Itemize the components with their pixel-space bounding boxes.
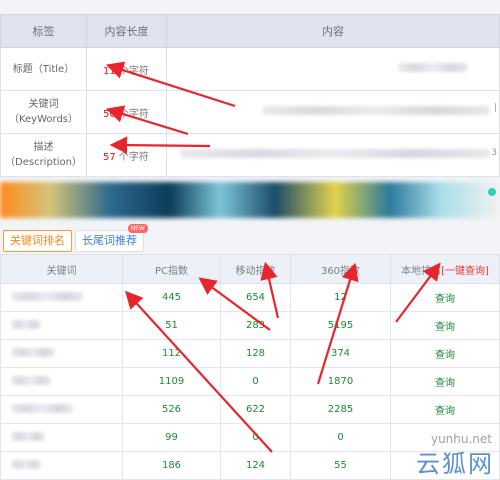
pc-index-cell: 445	[122, 283, 221, 312]
table-row: 112 128 374 查询	[0, 339, 500, 368]
seo-info-table: 标签 内容长度 内容 标题（Title） 11 个字符 关键词 （KeyWords…	[0, 14, 500, 177]
redacted-text	[11, 375, 51, 385]
new-badge: NEW	[127, 224, 148, 233]
redacted-text	[11, 319, 41, 329]
pc-index-cell: 1109	[122, 367, 221, 396]
query-link[interactable]: 查询	[390, 339, 500, 368]
keyword-cell	[0, 367, 123, 396]
tab-keyword-rank[interactable]: 关键词排名	[3, 230, 72, 252]
col-local-rank: 本地排名[一键查询]	[390, 254, 500, 284]
redacted-text	[11, 403, 73, 413]
length-description: 57 个字符	[86, 133, 167, 177]
banner-badge-icon	[488, 188, 496, 196]
redacted-text	[180, 149, 490, 158]
tab-long-tail[interactable]: 长尾词推荐 NEW	[75, 224, 148, 252]
index360-cell: 2285	[290, 395, 391, 424]
seo-row-keywords: 关键词 （KeyWords） 50 个字符 |	[0, 90, 500, 134]
mobile-index-cell: 124	[220, 451, 291, 480]
label-keywords: 关键词 （KeyWords）	[0, 90, 87, 134]
keyword-header-row: 关键词 PC指数 移动指数 360指数 本地排名[一键查询]	[0, 254, 500, 284]
content-keywords: |	[166, 90, 500, 134]
mobile-index-cell: 0	[220, 423, 291, 452]
length-keywords: 50 个字符	[86, 90, 167, 134]
keyword-cell	[0, 395, 123, 424]
table-row: 445 654 12 查询	[0, 283, 500, 312]
query-link[interactable]: 查询	[390, 283, 500, 312]
index360-cell: 1870	[290, 367, 391, 396]
index360-cell: 0	[290, 423, 391, 452]
header-length: 内容长度	[86, 14, 167, 48]
content-title	[166, 47, 500, 91]
table-row: 51 283 5195 查询	[0, 311, 500, 340]
quick-query-link[interactable]: [一键查询]	[441, 266, 489, 277]
mobile-index-cell: 128	[220, 339, 291, 368]
redacted-text	[262, 106, 490, 115]
label-description: 描述 （Description）	[0, 133, 87, 177]
length-title: 11 个字符	[86, 47, 167, 91]
index360-cell: 374	[290, 339, 391, 368]
keyword-cell	[0, 311, 123, 340]
mobile-index-cell: 0	[220, 367, 291, 396]
index360-cell: 55	[290, 451, 391, 480]
col-pc-index: PC指数	[122, 254, 221, 284]
redacted-text	[398, 63, 468, 72]
seo-row-title: 标题（Title） 11 个字符	[0, 47, 500, 91]
pc-index-cell: 112	[122, 339, 221, 368]
index360-cell: 5195	[290, 311, 391, 340]
redacted-text	[11, 347, 55, 357]
index360-cell: 12	[290, 283, 391, 312]
col-keyword: 关键词	[0, 254, 123, 284]
content-description: 3	[166, 133, 500, 177]
keyword-cell	[0, 423, 123, 452]
mobile-index-cell: 622	[220, 395, 291, 424]
pc-index-cell: 526	[122, 395, 221, 424]
keyword-cell	[0, 339, 123, 368]
mobile-index-cell: 283	[220, 311, 291, 340]
blurred-banner-image	[0, 182, 500, 218]
query-link[interactable]: 查询	[390, 395, 500, 424]
keyword-cell	[0, 451, 123, 480]
col-360-index: 360指数	[290, 254, 391, 284]
table-row: 526 622 2285 查询	[0, 395, 500, 424]
header-label: 标签	[0, 14, 87, 48]
redacted-text	[11, 431, 45, 441]
query-link[interactable]: 查询	[390, 311, 500, 340]
pc-index-cell: 186	[122, 451, 221, 480]
mobile-index-cell: 654	[220, 283, 291, 312]
keyword-cell	[0, 283, 123, 312]
seo-header-row: 标签 内容长度 内容	[0, 14, 500, 48]
tab-long-tail-label: 长尾词推荐	[82, 234, 137, 247]
col-mobile-index: 移动指数	[220, 254, 291, 284]
header-content: 内容	[166, 14, 500, 48]
pc-index-cell: 99	[122, 423, 221, 452]
redacted-text	[11, 291, 83, 301]
redacted-text	[11, 459, 41, 469]
pc-index-cell: 51	[122, 311, 221, 340]
label-title: 标题（Title）	[0, 47, 87, 91]
seo-row-description: 描述 （Description） 57 个字符 3	[0, 133, 500, 177]
query-link[interactable]: 查询	[390, 367, 500, 396]
table-row: 1109 0 1870 查询	[0, 367, 500, 396]
